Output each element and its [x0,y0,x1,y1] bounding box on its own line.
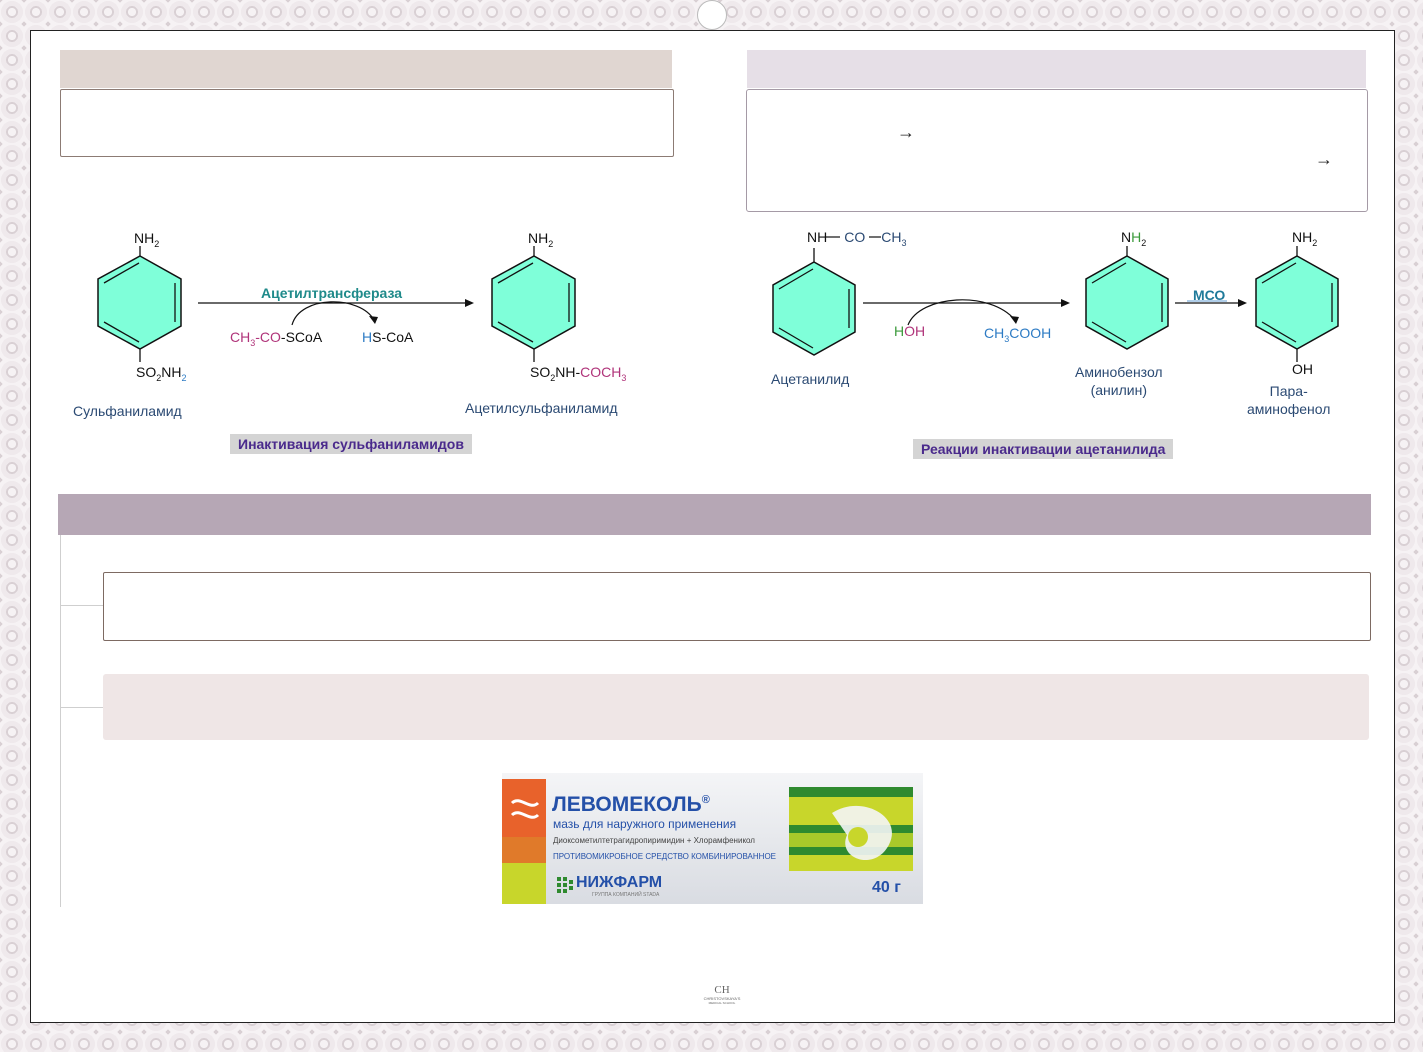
package-weight: 40 г [872,879,901,896]
nh2-label-aminophenol: NH2 [1292,229,1318,248]
package-maker-sub: ГРУППА КОМПАНИЙ STADA [592,892,660,898]
tree-vertical-line [60,535,61,907]
caption-acetanilide-inactivation: Реакции инактивации ацетанилида [913,439,1174,459]
wide-header-band [58,494,1371,535]
mco-label: МСО [1193,287,1226,303]
aniline-name: Аминобензол (анилин) [1075,364,1163,398]
right-text-box: → → [746,89,1368,212]
so2nh2-label: SO2NH2 [136,364,187,383]
package-maker: НИЖФАРМ [576,874,663,891]
nh2-label-2: NH2 [528,230,554,249]
acetic-acid-label: CH3COOH [984,325,1052,344]
paraaminophenol-name: Пара- аминофенол [1247,383,1331,417]
oh-label: OH [1292,361,1313,377]
logo-line2: MEDICAL SCHOOL [708,1001,736,1005]
sulfanilamide-name: Сульфаниламид [73,403,182,419]
school-logo: CH CHRISTOVSKAYA'S MEDICAL SCHOOL [698,984,746,1010]
package-line3: ПРОТИВОМИКРОБНОЕ СРЕДСТВО КОМБИНИРОВАННО… [553,852,776,861]
curved-arrow-1 [291,301,375,326]
acetylsulfanilamide-name: Ацетилсульфаниламид [465,400,618,416]
acetyltransferase-label: Ацетилтрансфераза [261,285,403,301]
wide-text-box-1 [103,572,1371,641]
tree-branch-1 [60,605,103,606]
benzene-ring-sulfanilamide [97,246,182,362]
package-brand: ЛЕВОМЕКОЛЬ® [552,793,710,816]
acetyl-coa-label: CH3-CO-SCoA [230,329,323,348]
benzene-ring-aniline [1085,246,1169,350]
caption-sulfanilamide-inactivation: Инактивация сульфаниламидов [230,434,472,454]
benzene-ring-acetylsulfanilamide [491,246,576,362]
left-header-band [60,50,672,88]
arrow-glyph-2: → [1315,149,1333,169]
so2nh-coch3-label: SO2NH-COCH3 [530,364,627,383]
levomekol-package-image: ЛЕВОМЕКОЛЬ® мазь для наружного применени… [502,773,923,904]
water-label: HOH [894,323,926,339]
left-text-box [60,89,674,157]
arrow-glyph-1: → [897,122,915,142]
top-ornament-circle [697,0,727,30]
nh2-label-1: NH2 [134,230,160,249]
nh-co-ch3-label: NH CO CH3 [807,229,907,248]
wide-text-box-2 [103,674,1369,740]
tree-branch-2 [60,707,103,708]
right-header-band [747,50,1366,88]
benzene-ring-acetanilide [772,236,881,356]
logo-mark: CH [714,984,730,996]
package-line1: мазь для наружного применения [553,817,737,831]
benzene-ring-paraaminophenol [1255,246,1339,362]
package-line2: Диоксометилтетрагидропиримидин + Хлорамф… [553,836,755,845]
nh2-label-aniline: NH2 [1121,229,1147,248]
sulfanilamide-scheme [97,246,576,362]
acetanilide-name: Ацетанилид [771,371,850,387]
hs-coa-label: HS-CoA [362,329,414,345]
